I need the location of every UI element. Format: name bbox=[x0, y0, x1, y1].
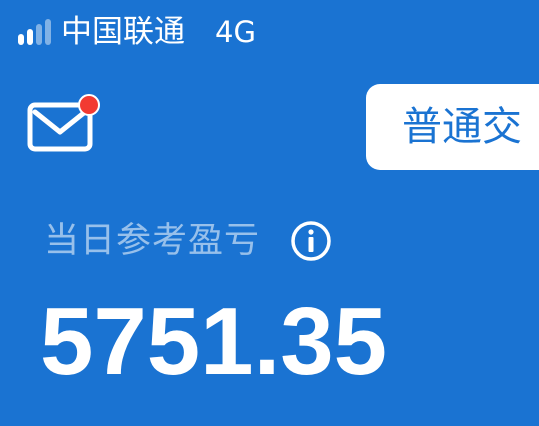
carrier-name: 中国联通 bbox=[61, 14, 185, 50]
daily-pl-header: 当日参考盈亏 bbox=[44, 215, 332, 267]
unread-badge bbox=[78, 94, 100, 116]
daily-pl-value: 5751.35 bbox=[40, 288, 388, 395]
tab-normal-trade[interactable]: 普通交 bbox=[366, 84, 539, 170]
signal-bar bbox=[18, 34, 24, 45]
mail-button[interactable] bbox=[27, 94, 100, 152]
signal-bar bbox=[45, 19, 51, 45]
signal-bar bbox=[27, 29, 33, 45]
signal-bars-icon bbox=[18, 19, 51, 45]
signal-bar bbox=[36, 24, 42, 45]
network-type: 4G bbox=[215, 15, 256, 49]
daily-pl-label: 当日参考盈亏 bbox=[44, 221, 261, 261]
info-icon[interactable] bbox=[290, 220, 332, 262]
status-bar: 中国联通 4G bbox=[18, 10, 256, 54]
